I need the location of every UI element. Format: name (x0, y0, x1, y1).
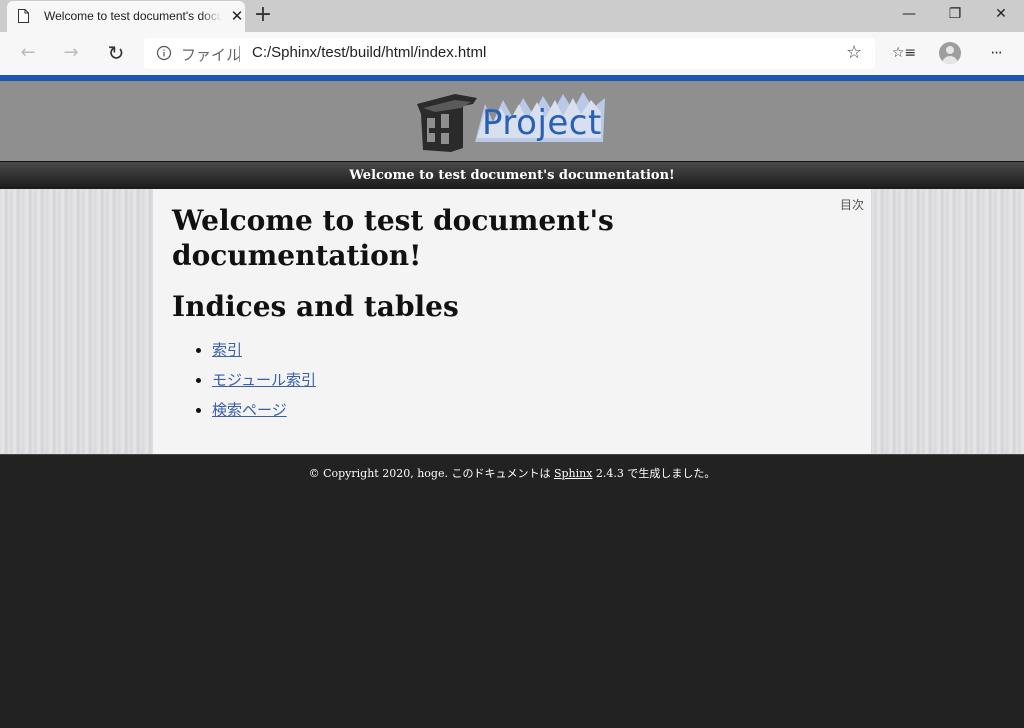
info-icon[interactable] (156, 45, 172, 61)
restore-button[interactable]: ❐ (932, 0, 978, 30)
minimize-button[interactable]: — (886, 0, 932, 30)
site-footer: © Copyright 2020, hoge. このドキュメントは Sphinx… (0, 454, 1024, 728)
close-tab-icon[interactable]: ✕ (229, 8, 245, 24)
section-title: Indices and tables (172, 290, 459, 323)
url-text[interactable]: C:/Sphinx/test/build/html/index.html (252, 44, 486, 61)
new-tab-button[interactable]: + (252, 4, 274, 26)
site-header: Project (0, 81, 1024, 162)
profile-avatar-icon[interactable] (939, 42, 961, 64)
favorites-list-icon[interactable]: ☆≡ (891, 40, 917, 66)
browser-toolbar: ← → ↻ ファイル C:/Sphinx/test/build/html/ind… (0, 32, 1024, 75)
project-logo[interactable]: Project (415, 92, 607, 156)
footer-text: © Copyright 2020, hoge. このドキュメントは Sphinx… (0, 465, 1024, 481)
refresh-button[interactable]: ↻ (101, 39, 131, 67)
index-links-list: 索引 モジュール索引 検索ページ (172, 335, 316, 425)
back-button[interactable]: ← (13, 39, 43, 67)
version-text: 2.4.3 で生成しました。 (592, 467, 716, 480)
tab-title: Welcome to test document's documentation… (44, 9, 222, 23)
page-title: Welcome to test document's documentation… (172, 204, 614, 272)
search-page-link[interactable]: 検索ページ (212, 401, 287, 419)
related-bar: Welcome to test document's documentation… (0, 161, 1024, 189)
more-menu-icon[interactable]: ··· (983, 40, 1009, 66)
title-bar: Welcome to test document's documentation… (0, 0, 1024, 32)
sphinx-link[interactable]: Sphinx (554, 467, 592, 480)
page-icon (18, 9, 29, 23)
copyright-text: © Copyright 2020, hoge. このドキュメントは (308, 467, 554, 480)
address-separator (239, 46, 240, 62)
document-body: 目次 Welcome to test document's documentat… (153, 189, 871, 454)
add-favorite-icon[interactable]: ☆ (846, 42, 862, 63)
logo-text: Project (482, 103, 602, 143)
list-item: 検索ページ (212, 395, 316, 425)
file-scheme-label: ファイル (181, 47, 242, 64)
address-bar[interactable]: ファイル C:/Sphinx/test/build/html/index.htm… (144, 38, 875, 69)
genindex-link[interactable]: 索引 (212, 341, 242, 359)
modindex-link[interactable]: モジュール索引 (212, 371, 316, 389)
list-item: 索引 (212, 335, 316, 365)
forward-button[interactable]: → (56, 39, 86, 67)
web-page: Project Welcome to test document's docum… (0, 75, 1024, 728)
relbar-title[interactable]: Welcome to test document's documentation… (0, 168, 1024, 183)
list-item: モジュール索引 (212, 365, 316, 395)
toc-link[interactable]: 目次 (840, 196, 864, 213)
close-window-button[interactable]: ✕ (978, 0, 1024, 30)
body-background: 目次 Welcome to test document's documentat… (0, 189, 1024, 454)
browser-tab[interactable]: Welcome to test document's documentation… (7, 1, 245, 32)
